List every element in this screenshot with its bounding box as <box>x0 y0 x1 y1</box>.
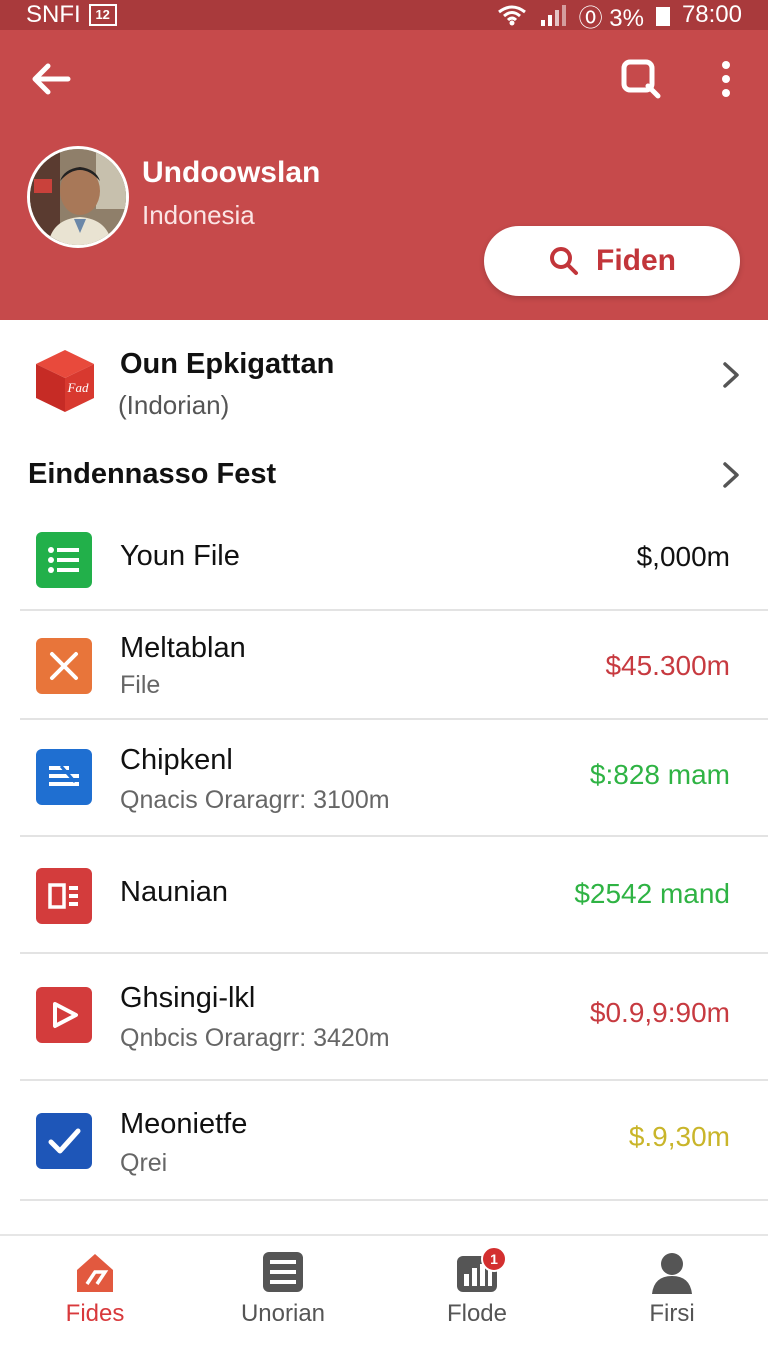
item-amount: $0.9,9:90m <box>589 997 730 1028</box>
item-amount: $:828 mam <box>589 759 730 790</box>
wifi-icon <box>497 5 526 26</box>
play-icon <box>36 987 92 1043</box>
carrier-label: SNFI <box>26 1 81 28</box>
profile-name: Undoowslan <box>142 156 321 189</box>
status-bar: SNFI 12 ⓪ 3% 78:00 <box>0 0 768 32</box>
nav-label: Firsi <box>649 1300 695 1327</box>
item-amount: $2542 mand <box>574 878 730 909</box>
item-title: Chipkenl <box>120 744 233 776</box>
item-subtitle: Qnbcis Oraragrr: 3420m <box>120 1024 390 1052</box>
status-time: 78:00 <box>681 1 742 28</box>
check-icon <box>36 1113 92 1169</box>
chevron-right-icon[interactable] <box>718 360 744 390</box>
box-logo-icon: Fad <box>36 350 94 412</box>
item-title: Youn File <box>120 540 240 572</box>
battery-icon <box>655 7 670 26</box>
item-title: Meonietfe <box>120 1108 248 1140</box>
search-icon <box>550 247 578 275</box>
nav-item-fides[interactable]: Fides <box>15 1246 175 1336</box>
item-amount: $.9,30m <box>628 1121 730 1152</box>
notification-badge: 1 <box>481 1246 507 1272</box>
nav-label: Fides <box>65 1300 125 1327</box>
back-arrow-icon[interactable] <box>28 56 74 102</box>
item-title: Meltablan <box>120 632 246 664</box>
sim-icon: 12 <box>88 4 117 26</box>
nav-item-firsi[interactable]: Firsi <box>592 1246 752 1336</box>
item-subtitle: Qnacis Oraragrr: 3100m <box>120 786 390 814</box>
item-amount: $,000m <box>636 541 730 572</box>
chevron-right-icon[interactable] <box>718 460 744 490</box>
divider <box>20 952 768 954</box>
divider <box>20 1079 768 1081</box>
document-icon <box>36 749 92 805</box>
organization-row[interactable] <box>0 340 768 430</box>
avatar[interactable] <box>27 146 129 248</box>
organization-subtitle: (Indorian) <box>118 390 230 420</box>
find-button-label: Fiden <box>596 244 676 277</box>
organization-title: Oun Epkigattan <box>120 348 335 380</box>
search-icon[interactable] <box>618 56 664 102</box>
more-vertical-icon[interactable] <box>708 56 744 102</box>
signal-icon <box>540 5 566 26</box>
divider <box>20 1199 768 1201</box>
battery-percent: ⓪ 3% <box>578 4 644 32</box>
box-logo-text: Fad <box>67 380 89 395</box>
divider <box>20 835 768 837</box>
person-icon <box>652 1253 692 1294</box>
section-title: Eindennasso Fest <box>28 458 277 490</box>
find-button[interactable]: Fiden <box>484 226 740 296</box>
nav-item-unorian[interactable]: Unorian <box>203 1246 363 1336</box>
profile-country: Indonesia <box>142 200 255 230</box>
item-subtitle: File <box>120 671 161 699</box>
nav-item-flode[interactable]: 1 Flode <box>397 1246 557 1336</box>
home-icon <box>77 1254 113 1292</box>
item-subtitle: Qrei <box>120 1149 168 1177</box>
x-icon <box>36 638 92 694</box>
calculator-icon <box>263 1252 303 1292</box>
item-title: Naunian <box>120 876 229 908</box>
nav-label: Flode <box>446 1300 508 1327</box>
item-title: Ghsingi-lkl <box>120 982 256 1014</box>
item-amount: $45.300m <box>605 650 730 681</box>
nav-label: Unorian <box>240 1300 326 1327</box>
divider <box>20 718 768 720</box>
form-icon <box>36 868 92 924</box>
list-icon <box>36 532 92 588</box>
divider <box>20 609 768 611</box>
